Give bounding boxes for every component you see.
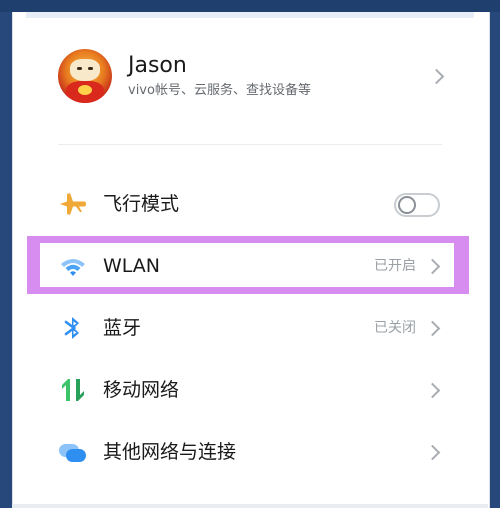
settings-item-label: 蓝牙 [103,317,142,339]
chevron-right-icon [428,68,445,85]
settings-item-wlan[interactable]: WLAN 已开启 [40,235,460,297]
settings-item-label: 移动网络 [103,379,180,401]
other-networks-icon [58,438,88,466]
settings-item-other-networks[interactable]: 其他网络与连接 [40,421,460,483]
chevron-right-icon [424,258,441,275]
account-subtitle: vivo帐号、云服务、查找设备等 [128,83,311,98]
chevron-right-icon [424,444,441,461]
chevron-right-icon [424,320,441,337]
settings-item-label: 飞行模式 [103,193,180,215]
toggle-knob [398,196,416,214]
settings-item-bluetooth[interactable]: 蓝牙 已关闭 [40,297,460,359]
settings-item-airplane[interactable]: 飞行模式 [40,173,460,235]
settings-item-status: 已开启 [374,258,416,274]
bluetooth-icon [58,314,88,342]
account-name: Jason [128,53,187,78]
panel-bottom-edge [12,504,488,508]
panel-top-edge [26,12,474,18]
account-row[interactable]: Jason vivo帐号、云服务、查找设备等 [58,47,448,105]
settings-item-status: 已关闭 [374,320,416,336]
divider [58,144,442,145]
settings-item-mobile-network[interactable]: 移动网络 [40,359,460,421]
settings-item-label: WLAN [103,255,161,277]
chevron-right-icon [424,382,441,399]
account-text: Jason vivo帐号、云服务、查找设备等 [128,53,311,99]
frame-top [0,0,500,12]
settings-item-label: 其他网络与连接 [103,441,237,463]
wifi-icon [58,252,88,280]
airplane-mode-toggle[interactable] [394,193,440,217]
avatar [58,49,112,103]
airplane-icon [58,190,88,218]
mobile-data-icon [58,376,88,404]
